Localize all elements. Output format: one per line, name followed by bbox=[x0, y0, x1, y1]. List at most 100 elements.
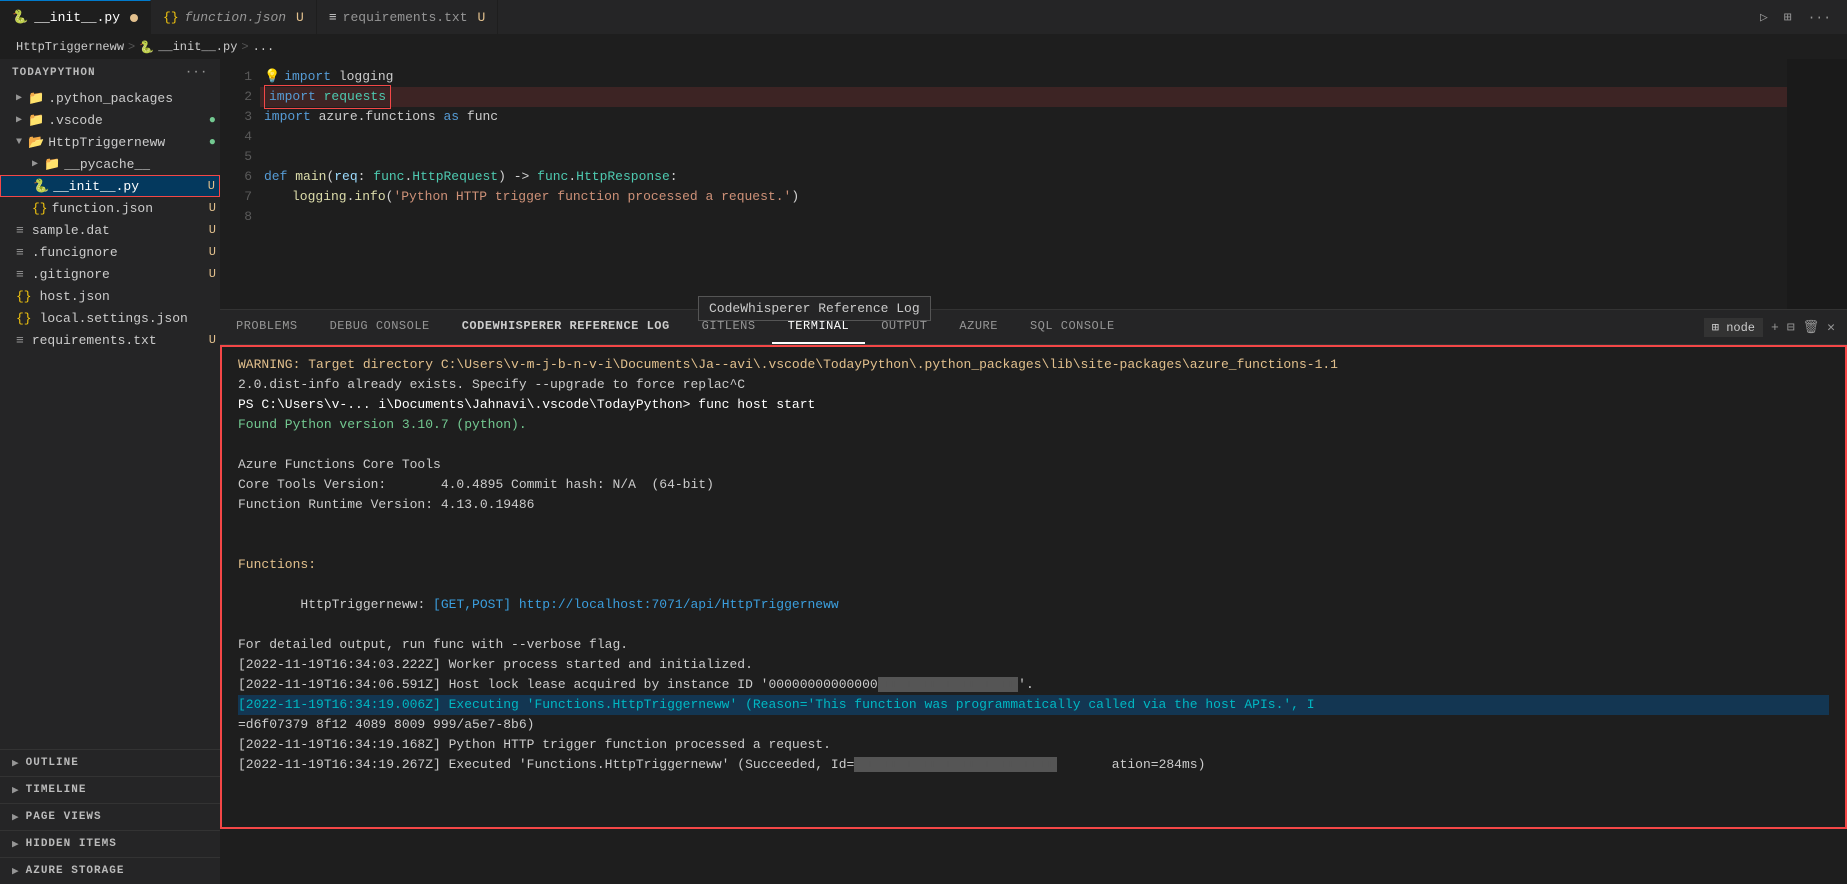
line-numbers: 1 2 3 4 5 6 7 8 bbox=[220, 59, 260, 309]
tab-init-py[interactable]: 🐍 __init__.py bbox=[0, 0, 151, 34]
folder-icon: 📁 bbox=[44, 157, 60, 172]
sidebar-item-pycache[interactable]: ▶ 📁 __pycache__ bbox=[0, 153, 220, 175]
panel-tab-azure[interactable]: AZURE bbox=[943, 310, 1014, 344]
sidebar-section-page-views[interactable]: ▶ PAGE VIEWS bbox=[0, 803, 220, 830]
tab-requirements[interactable]: ≡ requirements.txt U bbox=[317, 0, 498, 34]
tab-function-json[interactable]: {} function.json U bbox=[151, 0, 317, 34]
terminal-line: Functions: bbox=[238, 555, 1829, 575]
tab-function-modified: U bbox=[296, 10, 304, 25]
terminal-line: For detailed output, run func with --ver… bbox=[238, 635, 1829, 655]
terminal-line: [2022-11-19T16:34:03.222Z] Worker proces… bbox=[238, 655, 1829, 675]
sidebar-label-local-settings: local.settings.json bbox=[40, 311, 188, 326]
chevron-right-icon: ▶ bbox=[12, 810, 20, 824]
folder-icon: 📁 bbox=[28, 91, 44, 106]
sidebar-label-gitignore: .gitignore bbox=[32, 267, 110, 282]
json-file-icon: {} bbox=[32, 201, 48, 216]
terminal-line: [2022-11-19T16:34:06.591Z] Host lock lea… bbox=[238, 675, 1829, 695]
breadcrumb-symbol[interactable]: ... bbox=[253, 40, 275, 54]
code-line-4 bbox=[260, 127, 1787, 147]
add-terminal-icon[interactable]: + bbox=[1771, 320, 1779, 335]
terminal-line: Found Python version 3.10.7 (python). bbox=[238, 415, 1829, 435]
sidebar-item-funcignore[interactable]: ≡ .funcignore U bbox=[0, 241, 220, 263]
breadcrumb-file[interactable]: __init__.py bbox=[158, 40, 237, 54]
file-icon: ≡ bbox=[16, 245, 24, 260]
tab-modified-dot bbox=[130, 14, 138, 22]
page-views-label: PAGE VIEWS bbox=[26, 811, 102, 823]
sidebar-label-funcignore: .funcignore bbox=[32, 245, 118, 260]
txt-icon: ≡ bbox=[329, 10, 337, 25]
breadcrumb-folder[interactable]: HttpTriggerneww bbox=[16, 40, 124, 54]
panel-tab-sql-console[interactable]: SQL CONSOLE bbox=[1014, 310, 1131, 344]
hidden-items-label: HIDDEN ITEMS bbox=[26, 838, 117, 850]
code-line-5 bbox=[260, 147, 1787, 167]
code-and-panel: 1 2 3 4 5 6 7 8 💡 import logging bbox=[220, 59, 1847, 884]
funcignore-badge: U bbox=[209, 245, 216, 259]
terminal-line bbox=[238, 515, 1829, 535]
sidebar-item-host-json[interactable]: {} host.json bbox=[0, 285, 220, 307]
azure-storage-label: AZURE STORAGE bbox=[26, 865, 125, 877]
trash-icon[interactable]: 🗑 bbox=[1803, 320, 1820, 335]
breadcrumb-icon: 🐍 bbox=[139, 40, 154, 55]
terminal-line: [2022-11-19T16:34:19.267Z] Executed 'Fun… bbox=[238, 755, 1829, 775]
split-icon[interactable]: ⊞ bbox=[1780, 8, 1796, 27]
code-line-7: logging.info('Python HTTP trigger functi… bbox=[260, 187, 1787, 207]
code-line-3: import azure.functions as func bbox=[260, 107, 1787, 127]
sidebar-section-hidden-items[interactable]: ▶ HIDDEN ITEMS bbox=[0, 830, 220, 857]
sidebar-label-pycache: __pycache__ bbox=[64, 157, 150, 172]
more-actions-icon[interactable]: ··· bbox=[1804, 8, 1835, 27]
sidebar-item-local-settings[interactable]: {} local.settings.json bbox=[0, 307, 220, 329]
sidebar-label-host-json: host.json bbox=[40, 289, 110, 304]
sidebar-item-function-json[interactable]: {} function.json U bbox=[0, 197, 220, 219]
chevron-right-icon: ▶ bbox=[12, 837, 20, 851]
file-icon: ≡ bbox=[16, 223, 24, 238]
sidebar-item-requirements-txt[interactable]: ≡ requirements.txt U bbox=[0, 329, 220, 351]
terminal-line bbox=[238, 435, 1829, 455]
sidebar-section-outline[interactable]: ▶ OUTLINE bbox=[0, 749, 220, 776]
terminal-label: ⊞ node bbox=[1704, 318, 1763, 337]
lightbulb-icon: 💡 bbox=[264, 67, 280, 87]
sidebar-item-httptriggerneww[interactable]: ▼ 📂 HttpTriggerneww ● bbox=[0, 131, 220, 153]
terminal-content[interactable]: WARNING: Target directory C:\Users\v-m-j… bbox=[220, 345, 1847, 829]
panel-tab-debug-console[interactable]: DEBUG CONSOLE bbox=[314, 310, 446, 344]
sidebar-section-azure-storage[interactable]: ▶ AZURE STORAGE bbox=[0, 857, 220, 884]
terminal-line bbox=[238, 575, 1829, 595]
tab-init-label: __init__.py bbox=[34, 10, 120, 25]
panel-tab-problems[interactable]: PROBLEMS bbox=[220, 310, 314, 344]
close-panel-icon[interactable]: ✕ bbox=[1827, 320, 1835, 335]
sidebar-item-init-py[interactable]: 🐍 __init__.py U bbox=[0, 175, 220, 197]
terminal-line: [2022-11-19T16:34:19.006Z] Executing 'Fu… bbox=[238, 695, 1829, 715]
folder-icon: 📂 bbox=[28, 135, 44, 150]
sidebar-label-init-py: __init__.py bbox=[53, 179, 139, 194]
code-editor[interactable]: 1 2 3 4 5 6 7 8 💡 import logging bbox=[220, 59, 1847, 309]
py-icon: 🐍 bbox=[12, 10, 28, 25]
gitignore-badge: U bbox=[209, 267, 216, 281]
split-terminal-icon[interactable]: ⊟ bbox=[1787, 320, 1795, 335]
panel-tab-codewhisperer[interactable]: CODEWHISPERER REFERENCE LOG bbox=[446, 310, 686, 344]
function-badge: U bbox=[209, 201, 216, 215]
code-line-1: 💡 import logging bbox=[260, 67, 1787, 87]
terminal-line: HttpTriggerneww: [GET,POST] http://local… bbox=[238, 595, 1829, 615]
arrow-icon: ▶ bbox=[16, 114, 22, 126]
codewhisperer-tooltip: CodeWhisperer Reference Log bbox=[698, 296, 931, 321]
sidebar-label-sample-dat: sample.dat bbox=[32, 223, 110, 238]
sidebar-item-vscode[interactable]: ▶ 📁 .vscode ● bbox=[0, 109, 220, 131]
sidebar-item-sample-dat[interactable]: ≡ sample.dat U bbox=[0, 219, 220, 241]
sidebar-item-gitignore[interactable]: ≡ .gitignore U bbox=[0, 263, 220, 285]
chevron-right-icon: ▶ bbox=[12, 783, 20, 797]
sidebar: TODAYPYTHON ··· ▶ 📁 .python_packages ▶ 📁… bbox=[0, 59, 220, 884]
panel-area: PROBLEMS DEBUG CONSOLE CODEWHISPERER REF… bbox=[220, 309, 1847, 829]
run-icon[interactable]: ▷ bbox=[1756, 8, 1772, 27]
sidebar-more-button[interactable]: ··· bbox=[185, 67, 208, 79]
code-line-8 bbox=[260, 207, 1787, 227]
httptrigger-badge: ● bbox=[209, 135, 216, 149]
sidebar-section-timeline[interactable]: ▶ TIMELINE bbox=[0, 776, 220, 803]
terminal-line: Core Tools Version: 4.0.4895 Commit hash… bbox=[238, 475, 1829, 495]
code-line-2: import requests bbox=[260, 87, 1787, 107]
requirements-badge: U bbox=[209, 333, 216, 347]
sidebar-item-python-packages[interactable]: ▶ 📁 .python_packages bbox=[0, 87, 220, 109]
code-line-6: def main(req: func.HttpRequest) -> func.… bbox=[260, 167, 1787, 187]
tab-bar-actions: ▷ ⊞ ··· bbox=[1756, 8, 1847, 27]
arrow-down-icon: ▼ bbox=[16, 137, 22, 148]
import-highlight-box: import requests bbox=[264, 85, 391, 109]
sidebar-header: TODAYPYTHON ··· bbox=[0, 59, 220, 87]
